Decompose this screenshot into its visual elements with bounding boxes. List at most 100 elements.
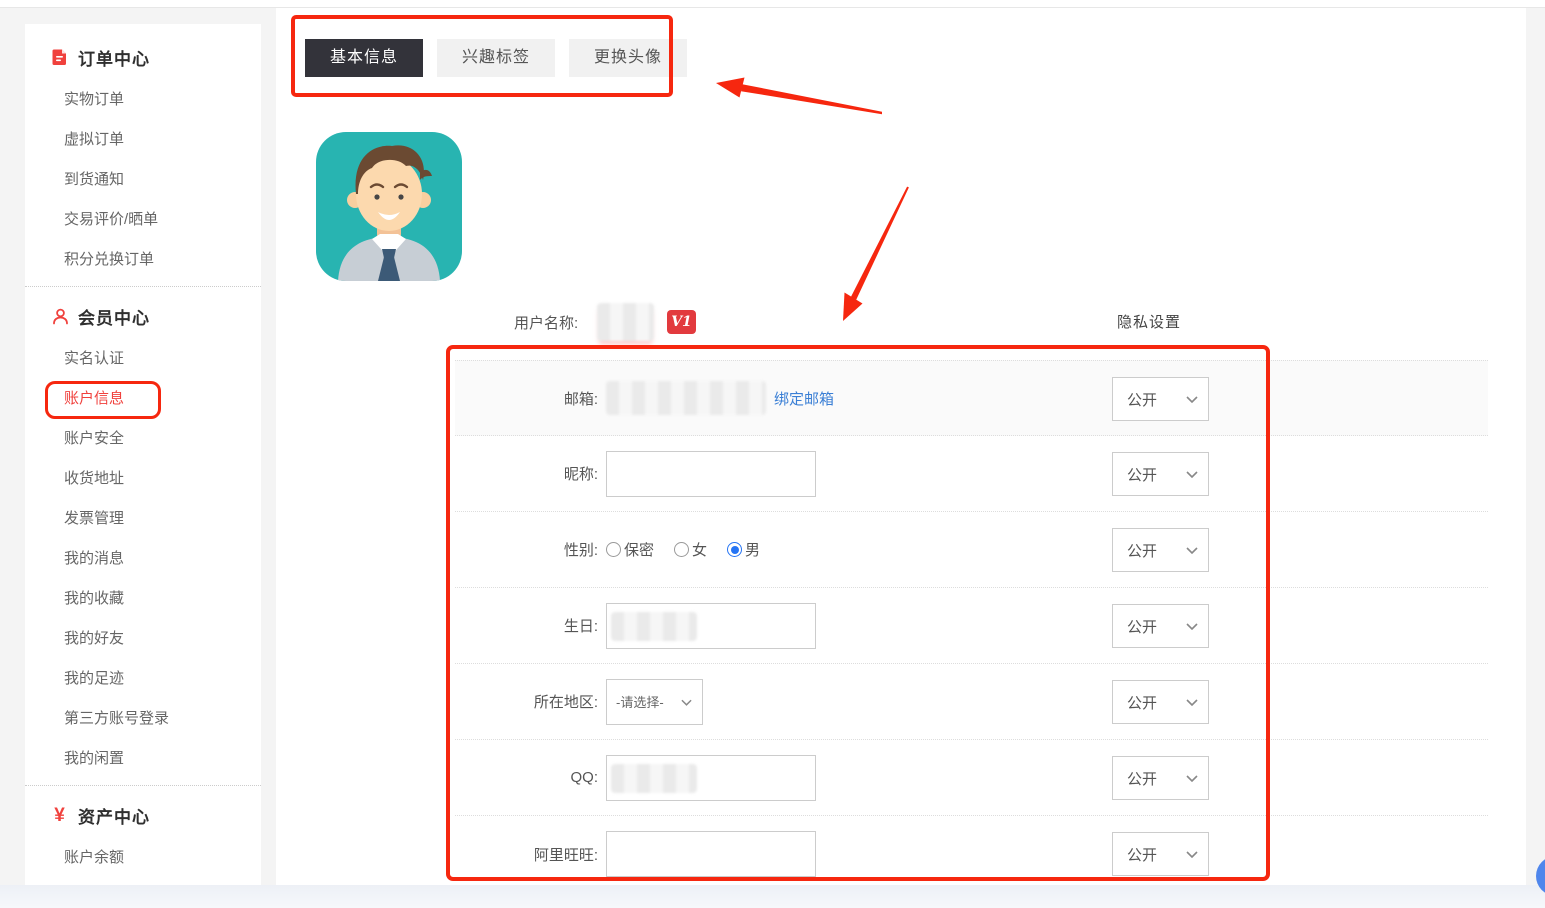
user-icon bbox=[50, 306, 70, 326]
form-row-aliwangwang: 阿里旺旺: 公开 bbox=[455, 816, 1488, 885]
sidebar-item-trade-reviews[interactable]: 交易评价/晒单 bbox=[25, 198, 261, 238]
email-masked-value bbox=[606, 381, 766, 415]
privacy-select-region[interactable]: 公开 bbox=[1112, 680, 1209, 724]
member-level-badge: V1 bbox=[667, 310, 696, 334]
sidebar-item-my-friends[interactable]: 我的好友 bbox=[25, 617, 261, 657]
birthday-label: 生日: bbox=[455, 615, 598, 636]
tab-change-avatar[interactable]: 更换头像 bbox=[569, 39, 687, 77]
radio-circle bbox=[606, 542, 621, 557]
radio-option-secret[interactable]: 保密 bbox=[606, 539, 654, 560]
sidebar-item-label: 发票管理 bbox=[64, 507, 124, 528]
sidebar-item-label: 我的闲置 bbox=[64, 747, 124, 768]
sidebar-item-label: 账户余额 bbox=[64, 846, 124, 867]
gender-label: 性别: bbox=[455, 539, 598, 560]
sidebar-section-order-center: 订单中心 bbox=[25, 36, 261, 78]
sidebar-item-label: 积分兑换订单 bbox=[64, 248, 154, 269]
privacy-select-value: 公开 bbox=[1127, 464, 1157, 485]
privacy-select-email[interactable]: 公开 bbox=[1112, 377, 1209, 421]
sidebar-item-shipping-address[interactable]: 收货地址 bbox=[25, 457, 261, 497]
sidebar-item-points-exchange-orders[interactable]: 积分兑换订单 bbox=[25, 238, 261, 278]
privacy-select-value: 公开 bbox=[1127, 616, 1157, 637]
birthday-input[interactable] bbox=[606, 603, 816, 649]
privacy-select-gender[interactable]: 公开 bbox=[1112, 528, 1209, 572]
sidebar-item-label: 交易评价/晒单 bbox=[64, 208, 158, 229]
radio-label: 保密 bbox=[624, 539, 654, 560]
account-info-form: 邮箱: 绑定邮箱 公开 昵称: 公开 bbox=[455, 360, 1488, 885]
radio-circle bbox=[674, 542, 689, 557]
privacy-select-value: 公开 bbox=[1127, 844, 1157, 865]
order-document-icon bbox=[50, 47, 70, 67]
email-label: 邮箱: bbox=[455, 388, 598, 409]
form-row-gender: 性别: 保密 女 男 bbox=[455, 512, 1488, 588]
tab-bar: 基本信息 兴趣标签 更换头像 bbox=[305, 39, 687, 77]
sidebar-item-account-balance[interactable]: 账户余额 bbox=[25, 836, 261, 876]
region-select[interactable]: -请选择- bbox=[606, 679, 703, 725]
sidebar: 订单中心 实物订单 虚拟订单 到货通知 交易评价/晒单 积分兑换订单 会员中心 … bbox=[25, 24, 261, 885]
tab-interest-tags[interactable]: 兴趣标签 bbox=[437, 39, 555, 77]
qq-label: QQ: bbox=[455, 769, 598, 786]
qq-input[interactable] bbox=[606, 755, 816, 801]
radio-option-female[interactable]: 女 bbox=[674, 539, 707, 560]
nickname-label: 昵称: bbox=[455, 463, 598, 484]
sidebar-item-label: 账户安全 bbox=[64, 427, 124, 448]
aliwangwang-input[interactable] bbox=[606, 831, 816, 877]
privacy-select-value: 公开 bbox=[1127, 389, 1157, 410]
sidebar-section-member-center: 会员中心 bbox=[25, 295, 261, 337]
form-row-qq: QQ: 公开 bbox=[455, 740, 1488, 816]
sidebar-section-asset-center: ¥ 资产中心 bbox=[25, 794, 261, 836]
page-top-border bbox=[0, 0, 1545, 8]
sidebar-item-label: 实物订单 bbox=[64, 88, 124, 109]
form-row-nickname: 昵称: 公开 bbox=[455, 436, 1488, 512]
sidebar-divider bbox=[25, 286, 261, 287]
username-label: 用户名称: bbox=[514, 312, 578, 333]
form-row-birthday: 生日: 公开 bbox=[455, 588, 1488, 664]
sidebar-item-label: 实名认证 bbox=[64, 347, 124, 368]
radio-circle-checked bbox=[727, 542, 742, 557]
sidebar-item-label: 虚拟订单 bbox=[64, 128, 124, 149]
radio-label: 男 bbox=[745, 539, 760, 560]
privacy-settings-header: 隐私设置 bbox=[1117, 311, 1181, 332]
page-bottom-strip bbox=[0, 885, 1545, 908]
sidebar-item-my-favorites[interactable]: 我的收藏 bbox=[25, 577, 261, 617]
privacy-select-value: 公开 bbox=[1127, 768, 1157, 789]
sidebar-item-real-name-auth[interactable]: 实名认证 bbox=[25, 337, 261, 377]
sidebar-item-label: 第三方账号登录 bbox=[64, 707, 169, 728]
sidebar-item-arrival-notice[interactable]: 到货通知 bbox=[25, 158, 261, 198]
sidebar-item-label: 我的好友 bbox=[64, 627, 124, 648]
sidebar-item-my-footprints[interactable]: 我的足迹 bbox=[25, 657, 261, 697]
qq-masked-value bbox=[611, 764, 697, 793]
form-row-email: 邮箱: 绑定邮箱 公开 bbox=[455, 360, 1488, 436]
sidebar-item-account-info[interactable]: 账户信息 bbox=[25, 377, 261, 417]
bind-email-link[interactable]: 绑定邮箱 bbox=[774, 388, 834, 409]
gender-radio-group: 保密 女 男 bbox=[606, 539, 760, 560]
tab-basic-info[interactable]: 基本信息 bbox=[305, 39, 423, 77]
sidebar-item-my-idle-items[interactable]: 我的闲置 bbox=[25, 737, 261, 777]
sidebar-item-label: 账户信息 bbox=[64, 387, 124, 408]
region-label: 所在地区: bbox=[455, 691, 598, 712]
sidebar-item-virtual-orders[interactable]: 虚拟订单 bbox=[25, 118, 261, 158]
main-content: 基本信息 兴趣标签 更换头像 bbox=[276, 8, 1526, 885]
nickname-input[interactable] bbox=[606, 451, 816, 497]
sidebar-section-title: 资产中心 bbox=[78, 803, 150, 828]
privacy-select-aliwangwang[interactable]: 公开 bbox=[1112, 832, 1209, 876]
privacy-select-value: 公开 bbox=[1127, 692, 1157, 713]
sidebar-item-third-party-login[interactable]: 第三方账号登录 bbox=[25, 697, 261, 737]
sidebar-item-account-security[interactable]: 账户安全 bbox=[25, 417, 261, 457]
radio-option-male[interactable]: 男 bbox=[727, 539, 760, 560]
sidebar-item-physical-orders[interactable]: 实物订单 bbox=[25, 78, 261, 118]
username-masked-value bbox=[597, 303, 654, 341]
sidebar-divider bbox=[25, 785, 261, 786]
privacy-select-birthday[interactable]: 公开 bbox=[1112, 604, 1209, 648]
sidebar-item-my-messages[interactable]: 我的消息 bbox=[25, 537, 261, 577]
radio-label: 女 bbox=[692, 539, 707, 560]
birthday-masked-value bbox=[611, 612, 697, 641]
sidebar-item-label: 到货通知 bbox=[64, 168, 124, 189]
account-info-page: 订单中心 实物订单 虚拟订单 到货通知 交易评价/晒单 积分兑换订单 会员中心 … bbox=[0, 0, 1545, 908]
privacy-select-nickname[interactable]: 公开 bbox=[1112, 452, 1209, 496]
sidebar-item-label: 我的足迹 bbox=[64, 667, 124, 688]
sidebar-item-invoice-management[interactable]: 发票管理 bbox=[25, 497, 261, 537]
region-select-value: -请选择- bbox=[616, 692, 664, 711]
aliwangwang-label: 阿里旺旺: bbox=[455, 844, 598, 865]
user-avatar bbox=[316, 132, 462, 281]
privacy-select-qq[interactable]: 公开 bbox=[1112, 756, 1209, 800]
